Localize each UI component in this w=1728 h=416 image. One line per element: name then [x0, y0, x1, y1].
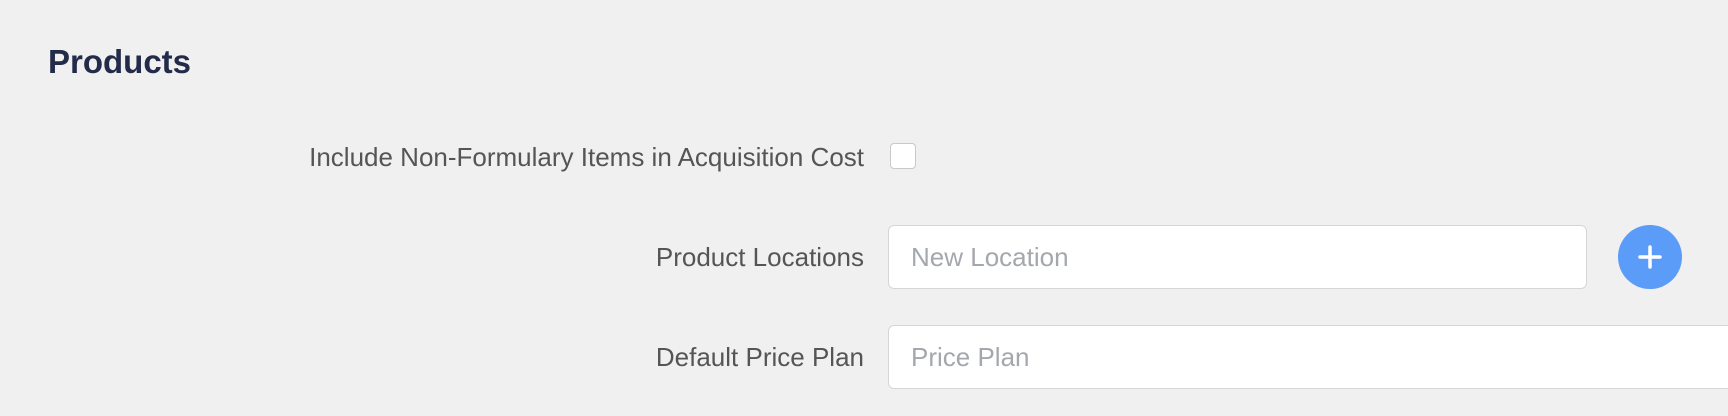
include-non-formulary-label: Include Non-Formulary Items in Acquisiti…	[309, 142, 864, 172]
add-location-button[interactable]	[1618, 225, 1682, 289]
default-price-plan-label: Default Price Plan	[655, 342, 864, 372]
include-non-formulary-checkbox[interactable]	[890, 143, 916, 169]
plus-icon	[1638, 245, 1662, 269]
product-locations-label: Product Locations	[655, 242, 864, 272]
price-plan-input[interactable]	[888, 325, 1728, 389]
section-title: Products	[48, 43, 192, 80]
product-location-input[interactable]	[888, 225, 1587, 289]
